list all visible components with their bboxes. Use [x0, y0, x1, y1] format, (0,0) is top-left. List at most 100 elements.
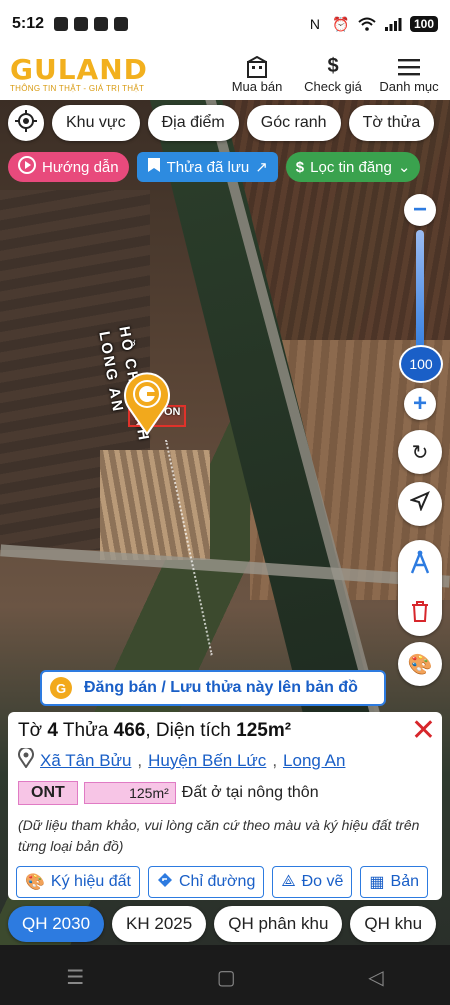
home-icon[interactable]: ▢ [217, 965, 236, 990]
mua-ban-button[interactable]: Mua bán [226, 55, 288, 94]
dia-diem-button[interactable]: Địa điểm [147, 105, 239, 141]
system-nav-bar: ☰ ▢ ◁ [0, 950, 450, 1005]
compass-draw-icon: ⟁ [281, 873, 296, 890]
danh-muc-label: Danh mục [379, 78, 439, 94]
status-bar: 5:12 N ⏰ 100 [0, 0, 450, 48]
notification-icon [94, 17, 109, 31]
play-icon [18, 156, 36, 178]
huyen-link[interactable]: Huyện Bến Lức [148, 751, 266, 771]
location-pin-icon [18, 746, 34, 773]
wifi-icon [358, 16, 376, 32]
danh-muc-button[interactable]: Danh mục [378, 55, 440, 94]
app-header: GULAND THÔNG TIN THẬT - GIÁ TRỊ THẬT Mua… [0, 48, 450, 100]
loc-tin-dang-label: Lọc tin đăng [310, 158, 392, 176]
trash-icon[interactable] [410, 600, 430, 627]
logo-tagline: THÔNG TIN THẬT - GIÁ TRỊ THẬT [10, 83, 145, 93]
guland-icon: G [50, 677, 72, 699]
battery-icon: 100 [409, 16, 438, 32]
tinh-link[interactable]: Long An [283, 751, 345, 771]
measure-tools [398, 540, 442, 636]
back-icon[interactable]: ◁ [368, 965, 383, 990]
alarm-icon: ⏰ [332, 15, 350, 32]
ky-hieu-dat-label: Ký hiệu đất [50, 873, 131, 890]
map-field [100, 450, 210, 560]
compass-draw-icon[interactable] [407, 550, 433, 581]
notification-icon [114, 17, 129, 31]
close-icon[interactable]: ✕ [411, 716, 436, 746]
zone-area-badge: 125m² [83, 782, 176, 804]
filter-row: Khu vực Địa điểm Góc ranh Tờ thửa [8, 105, 435, 141]
tab-qh-2030[interactable]: QH 2030 [8, 906, 105, 942]
palette-icon: 🎨 [407, 653, 433, 676]
do-ve-button[interactable]: ⟁ Đo vẽ [272, 866, 353, 898]
to-label: Tờ [18, 720, 43, 741]
directions-icon [157, 872, 173, 893]
bookmark-icon [147, 157, 161, 177]
target-icon [15, 109, 37, 137]
dollar-icon: $ [327, 55, 339, 77]
ban-do-label: Bản [390, 873, 420, 890]
zone-description: Đất ở tại nông thôn [181, 784, 319, 801]
chi-duong-button[interactable]: Chỉ đường [147, 866, 265, 898]
thua-label: Thửa [62, 720, 109, 741]
land-use-row: ONT 125m² Đất ở tại nông thôn [18, 781, 432, 805]
mua-ban-label: Mua bán [231, 78, 283, 94]
xa-link[interactable]: Xã Tân Bửu [40, 751, 131, 771]
to-number: 4 [47, 720, 58, 741]
menu-icon [398, 55, 420, 79]
goc-ranh-button[interactable]: Góc ranh [246, 105, 341, 141]
tab-kh-2025[interactable]: KH 2025 [112, 906, 207, 942]
khu-vuc-button[interactable]: Khu vực [52, 105, 140, 141]
register-parcel-label: Đăng bán / Lưu thửa này lên bản đồ [84, 679, 358, 696]
zoom-slider[interactable] [416, 230, 424, 360]
nfc-icon: N [309, 16, 321, 32]
chi-duong-label: Chỉ đường [178, 873, 256, 890]
thua-da-luu-label: Thửa đã lưu [166, 158, 250, 176]
area-value: 125m² [236, 720, 292, 741]
thua-number: 466 [113, 720, 146, 741]
ban-do-button[interactable]: ▦ Bản [360, 866, 429, 898]
check-gia-button[interactable]: $ Check giá [302, 55, 364, 94]
zoom-level: 100 [399, 345, 443, 383]
status-time: 5:12 [12, 15, 45, 32]
huong-dan-label: Hướng dẫn [42, 158, 119, 176]
tab-qh-phan-khu[interactable]: QH phân khu [214, 906, 343, 942]
palette-icon: 🎨 [25, 874, 45, 891]
disclaimer-note: (Dữ liệu tham khảo, vui lòng căn cứ theo… [18, 817, 420, 854]
palette-button[interactable]: 🎨 [398, 642, 442, 686]
zoom-in-button[interactable]: + [404, 388, 436, 420]
plan-tabs: QH 2030 KH 2025 QH phân khu QH khu [8, 906, 437, 942]
location-pin-icon[interactable] [121, 370, 173, 436]
zoom-out-button[interactable]: − [404, 194, 436, 226]
ky-hieu-dat-button[interactable]: 🎨 Ký hiệu đất [16, 866, 140, 898]
huong-dan-button[interactable]: Hướng dẫn [8, 152, 129, 182]
tab-qh-khu[interactable]: QH khu [350, 906, 437, 942]
check-gia-label: Check giá [304, 78, 362, 94]
parcel-title: Tờ 4 Thửa 466, Diện tích 125m² [18, 720, 292, 741]
refresh-button[interactable]: ↻ [398, 430, 442, 474]
logo[interactable]: GULAND THÔNG TIN THẬT - GIÁ TRỊ THẬT [10, 52, 148, 93]
area-label: Diện tích [155, 720, 231, 741]
chevron-down-icon: ⌄ [397, 159, 411, 176]
thua-da-luu-button[interactable]: Thửa đã lưu ↗ [136, 152, 278, 182]
signal-icon [384, 16, 402, 32]
parcel-location: Xã Tân Bửu, Huyện Bến Lức, Long An [18, 746, 432, 773]
notification-icon [54, 17, 69, 31]
notification-icons [54, 17, 129, 31]
recents-icon[interactable]: ☰ [66, 965, 84, 990]
logo-text: GULAND [10, 52, 148, 86]
dollar-icon: $ [295, 158, 305, 176]
pill-row: Hướng dẫn Thửa đã lưu ↗ $ Lọc tin đăng ⌄ [8, 152, 421, 182]
building-icon [245, 55, 269, 79]
my-location-button[interactable] [8, 105, 44, 141]
navigate-button[interactable] [398, 482, 442, 526]
notification-icon [74, 17, 89, 31]
register-parcel-banner[interactable]: G Đăng bán / Lưu thửa này lên bản đồ [40, 670, 386, 706]
loc-tin-dang-button[interactable]: $ Lọc tin đăng ⌄ [285, 152, 421, 182]
to-thua-button[interactable]: Tờ thửa [348, 105, 435, 141]
zone-code-badge: ONT [18, 781, 78, 805]
navigation-arrow-icon [409, 491, 430, 517]
table-icon: ▦ [369, 874, 385, 891]
refresh-icon: ↻ [411, 441, 429, 464]
do-ve-label: Đo vẽ [301, 873, 344, 890]
